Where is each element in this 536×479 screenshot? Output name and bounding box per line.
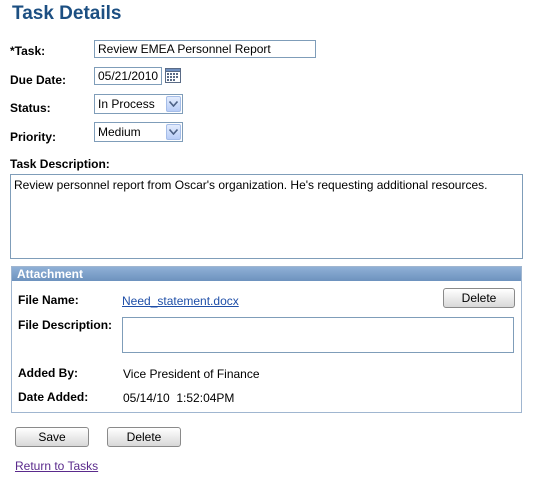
delete-button[interactable]: Delete: [107, 427, 181, 447]
save-button[interactable]: Save: [15, 427, 89, 447]
task-input[interactable]: Review EMEA Personnel Report: [94, 40, 316, 58]
task-description-textarea[interactable]: Review personnel report from Oscar's org…: [10, 174, 523, 259]
priority-value: Medium: [98, 125, 141, 139]
file-name-link[interactable]: Need_statement.docx: [122, 294, 239, 308]
status-value: In Process: [98, 97, 155, 111]
calendar-icon[interactable]: [165, 68, 181, 83]
date-added-value: 05/14/10 1:52:04PM: [123, 391, 235, 405]
file-name-label: File Name:: [18, 293, 79, 307]
date-added-label: Date Added:: [18, 390, 89, 404]
status-select[interactable]: In Process: [94, 94, 183, 114]
task-description-label: Task Description:: [10, 157, 110, 171]
status-label: Status:: [10, 101, 51, 115]
added-by-label: Added By:: [18, 366, 78, 380]
task-label: *Task:: [10, 44, 46, 58]
page-title: Task Details: [12, 3, 122, 24]
added-by-value: Vice President of Finance: [123, 367, 260, 381]
file-description-textarea[interactable]: [122, 317, 514, 353]
chevron-down-icon[interactable]: [166, 124, 181, 140]
file-description-label: File Description:: [18, 318, 113, 332]
due-date-label: Due Date:: [10, 73, 67, 87]
due-date-input[interactable]: 05/21/2010: [94, 67, 162, 85]
attachment-header: Attachment: [12, 267, 521, 281]
chevron-down-icon[interactable]: [166, 96, 181, 112]
priority-label: Priority:: [10, 130, 57, 144]
return-to-tasks-link[interactable]: Return to Tasks: [15, 459, 98, 473]
attachment-delete-button[interactable]: Delete: [443, 288, 515, 308]
priority-select[interactable]: Medium: [94, 122, 183, 142]
